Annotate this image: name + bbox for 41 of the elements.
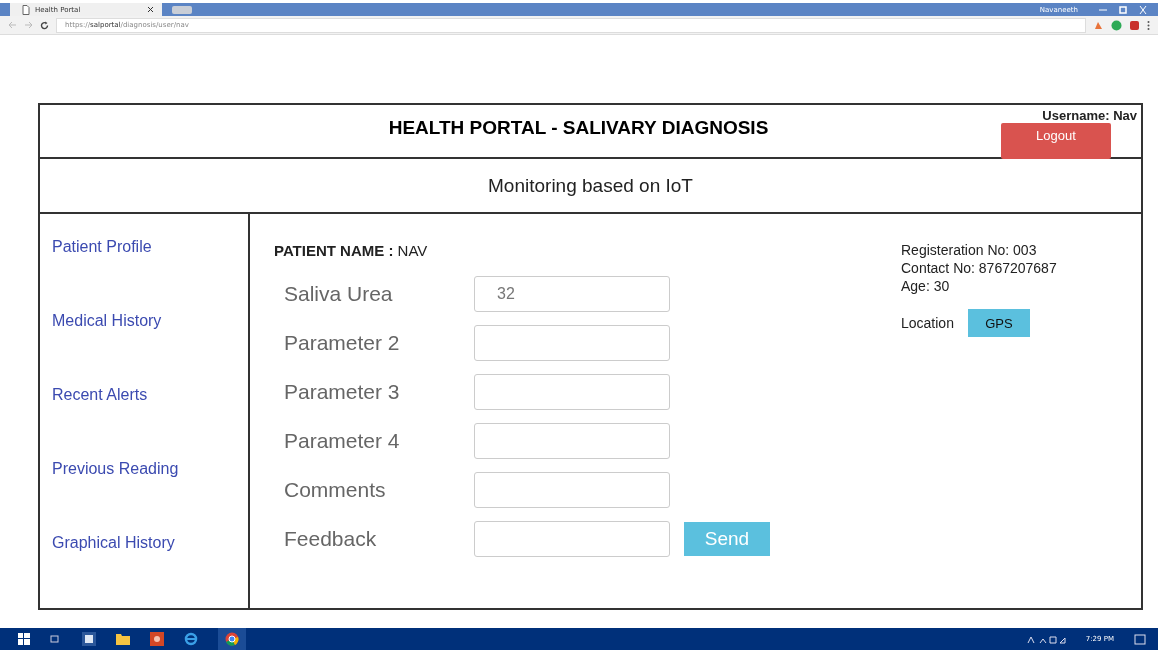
field-label: Parameter 2 bbox=[284, 331, 401, 355]
registration-number: Registeration No: 003 bbox=[901, 241, 1038, 259]
input-field[interactable] bbox=[474, 374, 670, 410]
notification-icon[interactable] bbox=[1134, 633, 1146, 645]
extension-icon[interactable] bbox=[1111, 19, 1122, 31]
field-label: Parameter 4 bbox=[284, 429, 401, 453]
input-field[interactable]: 32 bbox=[474, 276, 670, 312]
patient-age: Age: 30 bbox=[901, 277, 951, 295]
windows-icon[interactable] bbox=[18, 633, 30, 645]
page-icon bbox=[22, 4, 30, 15]
location-label: Location bbox=[901, 314, 954, 332]
input-field[interactable] bbox=[474, 521, 670, 557]
system-tray-icon[interactable] bbox=[1025, 634, 1066, 644]
reload-icon[interactable] bbox=[40, 20, 49, 30]
task-view-icon[interactable] bbox=[50, 634, 62, 644]
input-field[interactable] bbox=[474, 325, 670, 361]
folder-icon[interactable] bbox=[116, 633, 130, 645]
close-icon[interactable] bbox=[147, 6, 154, 13]
sidebar-link[interactable]: Patient Profile bbox=[52, 238, 248, 256]
sidebar-link[interactable]: Previous Reading bbox=[52, 460, 248, 478]
subtitle: Monitoring based on IoT bbox=[40, 159, 1141, 214]
field-label: Parameter 3 bbox=[284, 380, 401, 404]
portal-title: HEALTH PORTAL - SALIVARY DIAGNOSIS bbox=[387, 116, 770, 139]
logout-button[interactable]: Logout bbox=[1001, 123, 1111, 159]
extension-icon[interactable] bbox=[1129, 19, 1140, 31]
menu-icon[interactable] bbox=[1147, 19, 1150, 31]
new-tab-button[interactable] bbox=[172, 5, 192, 14]
sidebar-link[interactable]: Graphical History bbox=[52, 534, 248, 552]
input-field[interactable] bbox=[474, 423, 670, 459]
restore-icon[interactable] bbox=[1118, 5, 1128, 14]
sidebar-link[interactable]: Medical History bbox=[52, 312, 248, 330]
field-label: Comments bbox=[284, 478, 387, 502]
username-label: Username: Nav bbox=[1042, 108, 1137, 123]
sidebar-link[interactable]: Recent Alerts bbox=[52, 386, 248, 404]
patient-name: PATIENT NAME : NAV bbox=[274, 242, 429, 259]
gps-button[interactable]: GPS bbox=[967, 309, 1030, 337]
contact-number: Contact No: 8767207687 bbox=[901, 259, 1058, 277]
input-field[interactable] bbox=[474, 472, 670, 508]
browser-circle-icon[interactable] bbox=[225, 632, 239, 646]
field-label: Feedback bbox=[284, 527, 378, 551]
field-label: Saliva Urea bbox=[284, 282, 394, 306]
